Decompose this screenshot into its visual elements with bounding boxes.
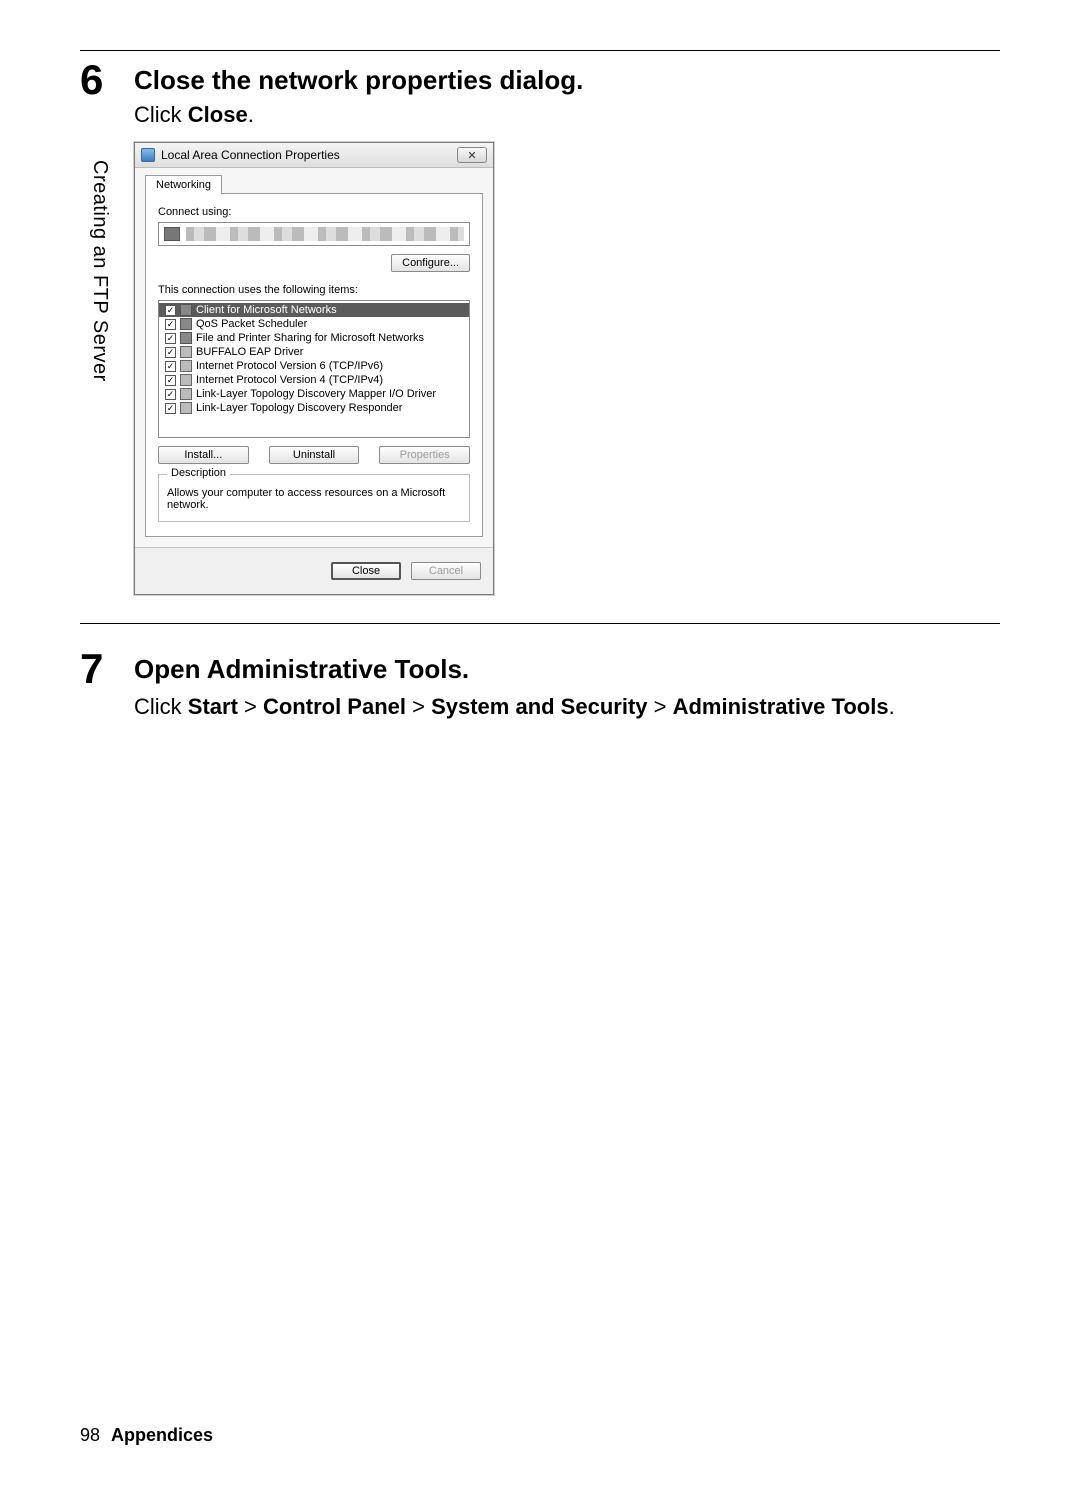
breadcrumb-separator: > bbox=[406, 694, 431, 719]
description-legend: Description bbox=[167, 467, 230, 479]
tab-networking[interactable]: Networking bbox=[145, 175, 222, 194]
list-item-label: Link-Layer Topology Discovery Responder bbox=[196, 402, 402, 414]
breadcrumb-separator: > bbox=[238, 694, 263, 719]
divider-top bbox=[80, 50, 1000, 51]
description-text: Allows your computer to access resources… bbox=[167, 487, 445, 511]
step-6-instruction: Click Close. bbox=[134, 102, 1000, 128]
connection-items-list[interactable]: Client for Microsoft Networks QoS Packet … bbox=[158, 300, 470, 438]
driver-icon bbox=[180, 388, 192, 400]
divider-mid bbox=[80, 623, 1000, 624]
page-number: 98 bbox=[80, 1425, 100, 1445]
network-properties-dialog: Local Area Connection Properties ✕ Netwo… bbox=[134, 142, 494, 595]
step-number-6: 6 bbox=[80, 59, 116, 101]
section-name: Appendices bbox=[111, 1425, 213, 1445]
step-6-instr-prefix: Click bbox=[134, 102, 188, 127]
step-7: 7 Open Administrative Tools. Click Start… bbox=[80, 648, 1000, 723]
breadcrumb-part: Administrative Tools bbox=[673, 694, 889, 719]
list-item-label: QoS Packet Scheduler bbox=[196, 318, 307, 330]
step-7-prefix: Click bbox=[134, 694, 188, 719]
install-button[interactable]: Install... bbox=[158, 446, 249, 464]
step-6-instr-suffix: . bbox=[248, 102, 254, 127]
step-6-title: Close the network properties dialog. bbox=[134, 65, 1000, 96]
list-item[interactable]: Internet Protocol Version 4 (TCP/IPv4) bbox=[159, 373, 469, 387]
step-7-title: Open Administrative Tools. bbox=[134, 654, 1000, 685]
service-icon bbox=[180, 318, 192, 330]
list-item[interactable]: Link-Layer Topology Discovery Mapper I/O… bbox=[159, 387, 469, 401]
dialog-titlebar: Local Area Connection Properties ✕ bbox=[135, 143, 493, 168]
driver-icon bbox=[180, 346, 192, 358]
dialog-title: Local Area Connection Properties bbox=[161, 148, 340, 162]
step-6-instr-bold: Close bbox=[188, 102, 248, 127]
description-group: Description Allows your computer to acce… bbox=[158, 474, 470, 522]
dialog-footer: Close Cancel bbox=[135, 547, 493, 594]
checkbox-icon[interactable] bbox=[165, 361, 176, 372]
breadcrumb-separator: > bbox=[648, 694, 673, 719]
close-icon[interactable]: ✕ bbox=[457, 147, 487, 163]
adapter-field[interactable] bbox=[158, 222, 470, 246]
driver-icon bbox=[180, 360, 192, 372]
adapter-name-obscured bbox=[186, 227, 464, 241]
service-icon bbox=[180, 332, 192, 344]
list-item[interactable]: BUFFALO EAP Driver bbox=[159, 345, 469, 359]
list-item[interactable]: Client for Microsoft Networks bbox=[159, 303, 469, 317]
uninstall-button[interactable]: Uninstall bbox=[269, 446, 360, 464]
checkbox-icon[interactable] bbox=[165, 305, 176, 316]
breadcrumb-part: Control Panel bbox=[263, 694, 406, 719]
step-7-suffix: . bbox=[889, 694, 895, 719]
checkbox-icon[interactable] bbox=[165, 375, 176, 386]
driver-icon bbox=[180, 402, 192, 414]
networking-panel: Connect using: Configure... This connect… bbox=[145, 193, 483, 537]
sidebar-section-label: Creating an FTP Server bbox=[88, 160, 111, 382]
breadcrumb-part: Start bbox=[188, 694, 238, 719]
network-icon bbox=[141, 148, 155, 162]
close-button[interactable]: Close bbox=[331, 562, 401, 580]
list-item[interactable]: Internet Protocol Version 6 (TCP/IPv6) bbox=[159, 359, 469, 373]
breadcrumb-part: System and Security bbox=[431, 694, 647, 719]
properties-button[interactable]: Properties bbox=[379, 446, 470, 464]
list-item[interactable]: Link-Layer Topology Discovery Responder bbox=[159, 401, 469, 415]
list-item-label: BUFFALO EAP Driver bbox=[196, 346, 303, 358]
adapter-icon bbox=[164, 227, 180, 241]
list-item[interactable]: File and Printer Sharing for Microsoft N… bbox=[159, 331, 469, 345]
list-item-label: Internet Protocol Version 4 (TCP/IPv4) bbox=[196, 374, 383, 386]
list-item-label: Internet Protocol Version 6 (TCP/IPv6) bbox=[196, 360, 383, 372]
connect-using-label: Connect using: bbox=[158, 206, 470, 218]
driver-icon bbox=[180, 374, 192, 386]
list-item[interactable]: QoS Packet Scheduler bbox=[159, 317, 469, 331]
checkbox-icon[interactable] bbox=[165, 389, 176, 400]
connection-items-label: This connection uses the following items… bbox=[158, 284, 470, 296]
configure-button[interactable]: Configure... bbox=[391, 254, 470, 272]
checkbox-icon[interactable] bbox=[165, 403, 176, 414]
page-footer: 98 Appendices bbox=[80, 1425, 213, 1446]
service-icon bbox=[180, 304, 192, 316]
list-item-label: Link-Layer Topology Discovery Mapper I/O… bbox=[196, 388, 436, 400]
cancel-button[interactable]: Cancel bbox=[411, 562, 481, 580]
step-6: 6 Close the network properties dialog. C… bbox=[80, 59, 1000, 595]
checkbox-icon[interactable] bbox=[165, 319, 176, 330]
step-number-7: 7 bbox=[80, 648, 116, 690]
checkbox-icon[interactable] bbox=[165, 347, 176, 358]
checkbox-icon[interactable] bbox=[165, 333, 176, 344]
step-7-instruction: Click Start > Control Panel > System and… bbox=[134, 691, 1000, 723]
list-item-label: File and Printer Sharing for Microsoft N… bbox=[196, 332, 424, 344]
list-item-label: Client for Microsoft Networks bbox=[196, 304, 337, 316]
